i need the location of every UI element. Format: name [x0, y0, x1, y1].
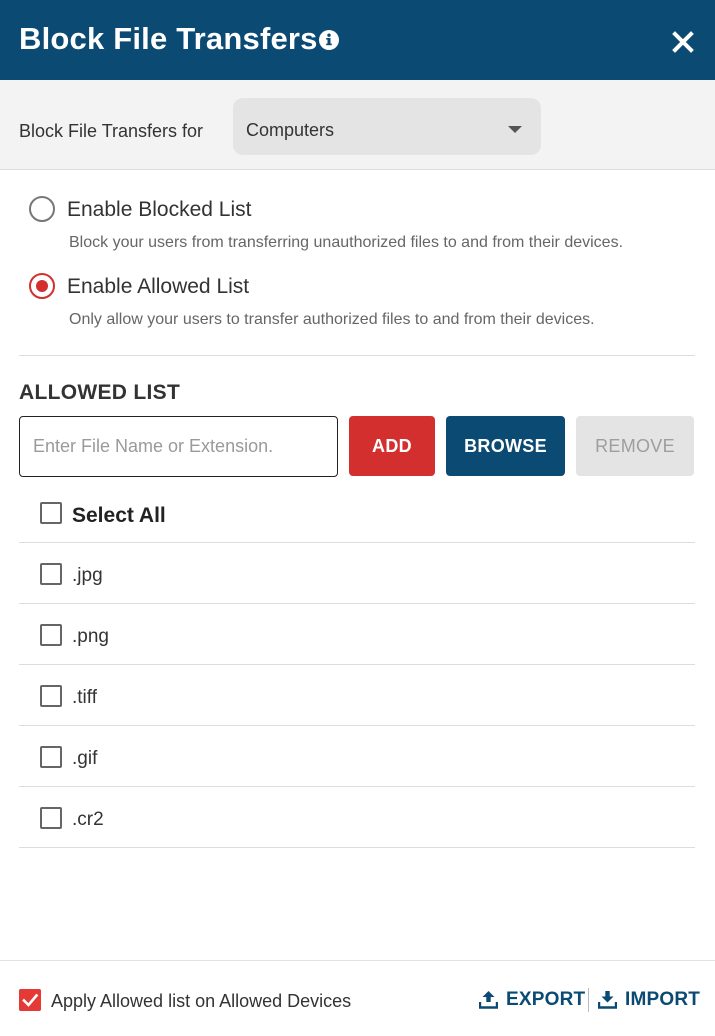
footer-separator	[588, 988, 589, 1012]
list-item[interactable]: .jpg	[19, 543, 695, 604]
device-type-value: Computers	[246, 120, 335, 140]
filter-bar: Block File Transfers for Computers	[0, 80, 715, 170]
list-item-checkbox[interactable]	[40, 563, 62, 585]
footer-divider	[0, 960, 715, 961]
select-all-row[interactable]: Select All	[19, 482, 695, 543]
list-item-checkbox[interactable]	[40, 685, 62, 707]
import-label: IMPORT	[625, 989, 701, 1010]
dialog-header: Block File Transfers	[0, 0, 715, 80]
list-item[interactable]: .png	[19, 604, 695, 665]
close-icon[interactable]	[671, 30, 695, 54]
allowed-list-description: Only allow your users to transfer author…	[69, 311, 595, 328]
list-item-label: .cr2	[72, 809, 104, 830]
allowed-file-list: Select All .jpg .png .tiff .gif .cr2	[19, 482, 695, 848]
list-item[interactable]: .cr2	[19, 787, 695, 848]
add-button[interactable]: ADD	[349, 416, 435, 476]
blocked-list-description: Block your users from transferring unaut…	[69, 234, 624, 251]
list-item-label: .png	[72, 626, 109, 647]
radio-button-blocked[interactable]	[29, 196, 55, 222]
upload-icon	[479, 991, 498, 1009]
device-type-select[interactable]: Computers	[233, 98, 541, 155]
section-divider	[19, 355, 695, 356]
select-all-label: Select All	[72, 504, 166, 527]
list-item[interactable]: .gif	[19, 726, 695, 787]
list-item-checkbox[interactable]	[40, 807, 62, 829]
browse-button[interactable]: BROWSE	[446, 416, 565, 476]
info-icon[interactable]	[319, 30, 339, 50]
radio-label-allowed: Enable Allowed List	[67, 275, 250, 298]
radio-label-blocked: Enable Blocked List	[67, 198, 252, 221]
export-button[interactable]: EXPORT	[479, 988, 585, 1012]
export-label: EXPORT	[506, 989, 586, 1010]
radio-button-allowed[interactable]	[29, 273, 55, 299]
list-item-label: .jpg	[72, 565, 103, 586]
import-button[interactable]: IMPORT	[598, 988, 701, 1012]
apply-allowed-checkbox[interactable]	[19, 989, 41, 1011]
select-all-checkbox[interactable]	[40, 502, 62, 524]
list-item-checkbox[interactable]	[40, 746, 62, 768]
remove-button[interactable]: REMOVE	[576, 416, 694, 476]
allowed-list-title: ALLOWED LIST	[19, 381, 181, 404]
list-item-label: .gif	[72, 748, 98, 769]
chevron-down-icon	[508, 126, 522, 133]
list-item-label: .tiff	[72, 687, 97, 708]
apply-allowed-label[interactable]: Apply Allowed list on Allowed Devices	[51, 990, 351, 1012]
list-item-checkbox[interactable]	[40, 624, 62, 646]
filter-label: Block File Transfers for	[19, 121, 204, 141]
download-icon	[598, 991, 617, 1009]
list-item[interactable]: .tiff	[19, 665, 695, 726]
dialog-title: Block File Transfers	[19, 21, 318, 56]
file-name-input[interactable]	[19, 416, 338, 477]
